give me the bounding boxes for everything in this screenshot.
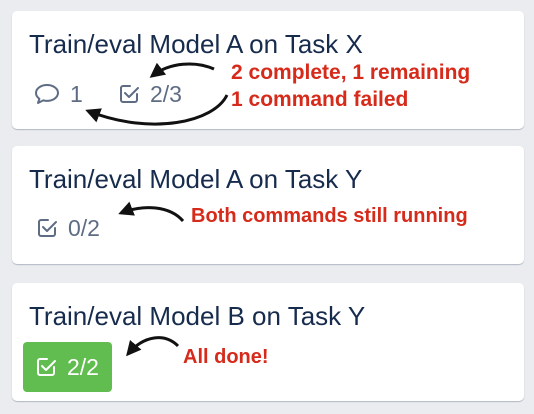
checklist-badge: 0/2 xyxy=(36,215,100,241)
checklist-count: 2/2 xyxy=(67,353,99,380)
checklist-badge: 2/3 xyxy=(118,81,182,107)
annotation-still-running: Both commands still running xyxy=(191,205,468,227)
checklist-icon xyxy=(120,85,139,103)
comment-icon xyxy=(35,84,59,104)
comments-count: 1 xyxy=(70,80,83,107)
card-title: Train/eval Model A on Task X xyxy=(29,29,363,59)
card-title: Train/eval Model B on Task Y xyxy=(29,301,366,331)
card-model-b-task-y[interactable]: Train/eval Model B on Task Y 2/2 xyxy=(12,283,524,401)
annotation-command-failed: 1 command failed xyxy=(231,88,409,111)
annotation-all-done: All done! xyxy=(183,346,269,368)
card-title: Train/eval Model A on Task Y xyxy=(29,164,363,194)
annotation-complete-remaining: 2 complete, 1 remaining xyxy=(231,61,471,84)
comments-badge: 1 xyxy=(34,81,83,107)
checklist-icon xyxy=(38,219,57,237)
checklist-badge-complete: 2/2 xyxy=(23,342,112,392)
checklist-count: 0/2 xyxy=(68,214,100,241)
checklist-count: 2/3 xyxy=(150,80,182,107)
checklist-icon xyxy=(37,358,56,376)
